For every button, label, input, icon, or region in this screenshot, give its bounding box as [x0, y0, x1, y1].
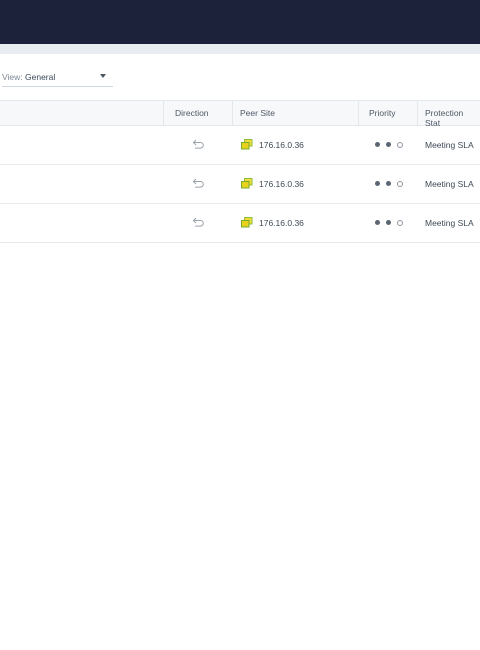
column-separator [163, 101, 164, 125]
column-header-protection-status[interactable]: Protection Stat [425, 108, 480, 128]
peer-site-value: 176.16.0.36 [259, 218, 304, 228]
priority-dot-filled [386, 181, 391, 186]
chevron-down-icon[interactable] [100, 74, 106, 78]
site-icon [241, 217, 253, 230]
return-arrow-icon [192, 139, 205, 151]
return-arrow-icon [192, 178, 205, 190]
column-separator [232, 101, 233, 125]
priority-indicator [375, 220, 409, 230]
column-separator [358, 101, 359, 125]
column-header-peer-site[interactable]: Peer Site [240, 108, 275, 118]
protection-status-value: Meeting SLA [425, 179, 474, 189]
table-header: Direction Peer Site Priority Protection … [0, 100, 480, 128]
priority-indicator [375, 142, 409, 152]
view-select-value: General [25, 72, 56, 82]
priority-dot-empty [397, 220, 403, 226]
column-header-priority[interactable]: Priority [369, 108, 395, 118]
priority-dot-filled [375, 220, 380, 225]
peer-site-value: 176.16.0.36 [259, 140, 304, 150]
peer-site-value: 176.16.0.36 [259, 179, 304, 189]
table-row[interactable]: 176.16.0.36 Meeting SLA [0, 204, 480, 243]
protection-status-value: Meeting SLA [425, 140, 474, 150]
protection-table: Direction Peer Site Priority Protection … [0, 100, 480, 243]
site-icon [241, 139, 253, 152]
toolbar-strip [0, 44, 480, 54]
protection-status-value: Meeting SLA [425, 218, 474, 228]
column-header-direction[interactable]: Direction [175, 108, 209, 118]
priority-dot-empty [397, 142, 403, 148]
return-arrow-icon [192, 217, 205, 229]
column-separator [417, 101, 418, 125]
site-icon [241, 178, 253, 191]
view-select-label: View: [2, 72, 23, 82]
top-navigation-bar [0, 0, 480, 44]
priority-indicator [375, 181, 409, 191]
priority-dot-filled [375, 181, 380, 186]
table-row[interactable]: 176.16.0.36 Meeting SLA [0, 126, 480, 165]
table-row[interactable]: 176.16.0.36 Meeting SLA [0, 165, 480, 204]
priority-dot-filled [386, 220, 391, 225]
view-select[interactable]: View: General [2, 68, 113, 87]
priority-dot-empty [397, 181, 403, 187]
priority-dot-filled [375, 142, 380, 147]
priority-dot-filled [386, 142, 391, 147]
